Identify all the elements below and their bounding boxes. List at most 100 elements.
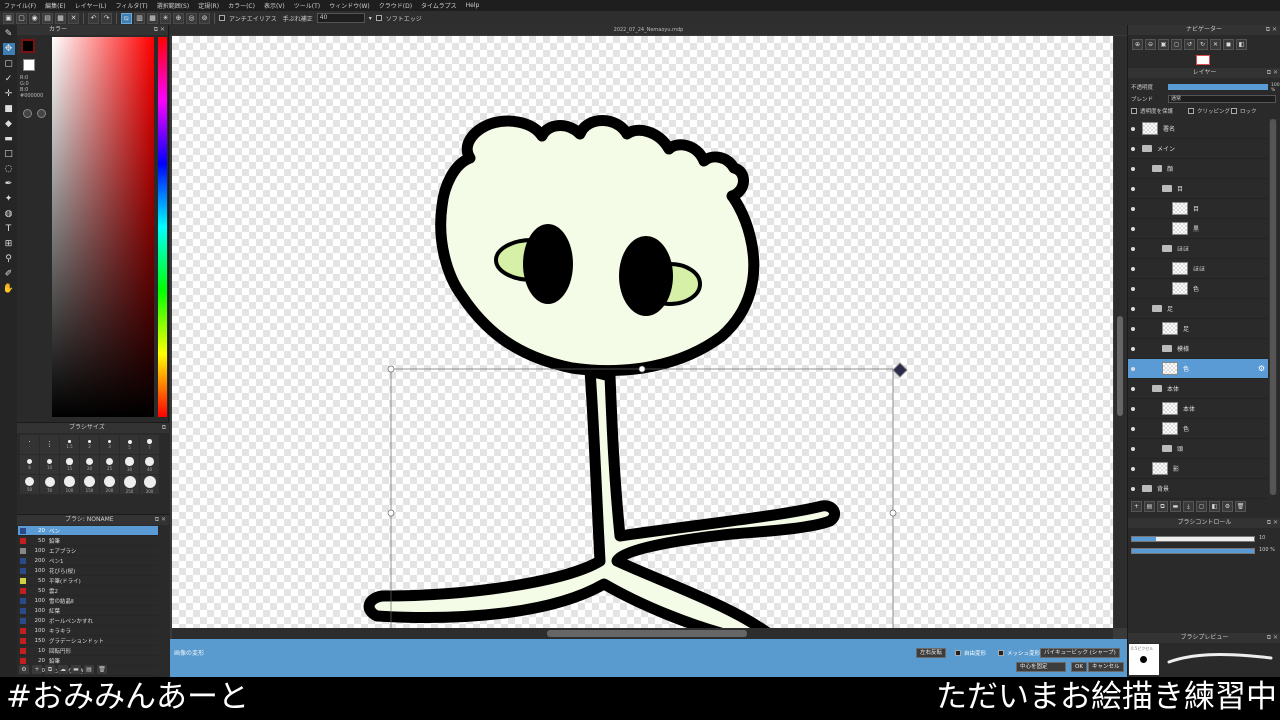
brush-size-cell[interactable]: 7: [140, 435, 159, 454]
color-mode-icon[interactable]: [23, 109, 32, 118]
menu-item[interactable]: 表示(V): [264, 1, 285, 10]
brush-size-cell[interactable]: 1: [40, 435, 59, 454]
brush-item[interactable]: 200 ボールペンかすれ: [18, 616, 158, 626]
gradient-tool-icon[interactable]: ▬: [3, 133, 15, 145]
brush-size-cell[interactable]: 2: [80, 435, 99, 454]
menu-item[interactable]: レイヤー(L): [75, 1, 107, 10]
brush-item[interactable]: 50 雲2: [18, 586, 158, 596]
brush-opacity-slider[interactable]: [1131, 548, 1255, 554]
lock-checkbox[interactable]: [1231, 108, 1237, 114]
visibility-eye-icon[interactable]: [1131, 226, 1135, 231]
brush-size-cell[interactable]: 100: [60, 475, 79, 494]
chat-icon[interactable]: ◉: [29, 12, 40, 24]
visibility-eye-icon[interactable]: [1131, 286, 1135, 291]
canvas-horizontal-scrollbar[interactable]: [172, 628, 1113, 639]
ok-button[interactable]: OK: [1071, 662, 1087, 672]
brush-item[interactable]: 150 グラデーションドット: [18, 636, 158, 646]
hand-tool-icon[interactable]: ✋: [3, 283, 15, 295]
brush-size-cell[interactable]: 8: [20, 455, 39, 474]
new-icon[interactable]: ▢: [16, 12, 27, 24]
brush-size-cell[interactable]: 300: [140, 475, 159, 494]
layer-row[interactable]: 足: [1128, 299, 1268, 319]
visibility-eye-icon[interactable]: [1131, 446, 1135, 451]
panel-menu-icon[interactable]: ⧉ ✕: [155, 515, 166, 525]
visibility-eye-icon[interactable]: [1131, 186, 1135, 191]
zoom-in-icon[interactable]: ⊕: [1132, 39, 1143, 50]
dropper-tool-icon[interactable]: ⚲: [3, 253, 15, 265]
layer-row[interactable]: 模様: [1128, 339, 1268, 359]
chevron-down-icon[interactable]: ▾: [369, 15, 372, 22]
layer-row[interactable]: 色 ⚙: [1128, 359, 1268, 379]
visibility-eye-icon[interactable]: [1131, 386, 1135, 391]
layer-row[interactable]: 足: [1128, 319, 1268, 339]
pen-tool-icon[interactable]: ✒: [3, 178, 15, 190]
snap-cross-icon[interactable]: ▦: [147, 12, 158, 24]
panel-menu-icon[interactable]: ⧉ ✕: [1266, 25, 1277, 35]
wand-tool-icon[interactable]: ✦: [3, 193, 15, 205]
mesh-transform-radio[interactable]: [998, 650, 1004, 656]
flip-horizontal-button[interactable]: 左右反転: [916, 648, 947, 658]
brush-item[interactable]: 100 キラキラ: [18, 626, 158, 636]
antialias-checkbox[interactable]: [219, 15, 225, 21]
trash-icon[interactable]: 🗑: [97, 665, 107, 674]
merge-down-icon[interactable]: ⤓: [1183, 501, 1194, 512]
free-transform-radio[interactable]: [955, 650, 961, 656]
delete-layer-icon[interactable]: 🗑: [1235, 501, 1246, 512]
layer-row[interactable]: 目: [1128, 179, 1268, 199]
vertical-scroll-thumb[interactable]: [1117, 316, 1123, 416]
snap-radial-icon[interactable]: ⊕: [173, 12, 184, 24]
layer-row[interactable]: 色: [1128, 419, 1268, 439]
layer-row[interactable]: 影: [1128, 459, 1268, 479]
center-fix-select[interactable]: 中心を固定: [1016, 662, 1066, 672]
layer-row[interactable]: ほほ: [1128, 239, 1268, 259]
brush-size-slider[interactable]: [1131, 536, 1255, 542]
clear-layer-icon[interactable]: ◻: [1196, 501, 1207, 512]
divide-tool-icon[interactable]: ⊞: [3, 238, 15, 250]
menu-item[interactable]: クラウド(D): [379, 1, 412, 10]
reset-icon[interactable]: ◼: [1223, 39, 1234, 50]
menu-item[interactable]: ファイル(F): [4, 1, 36, 10]
snap-parallel-icon[interactable]: ▥: [134, 12, 145, 24]
brush-size-cell[interactable]: 200: [100, 475, 119, 494]
cloud-icon[interactable]: ☁: [58, 665, 68, 674]
menu-item[interactable]: フィルタ(T): [115, 1, 147, 10]
brush-size-cell[interactable]: .: [20, 435, 39, 454]
flip-icon[interactable]: ✕: [1210, 39, 1221, 50]
brush-item[interactable]: 50 鉛筆: [18, 536, 158, 546]
visibility-eye-icon[interactable]: [1131, 246, 1135, 251]
visibility-eye-icon[interactable]: [1131, 426, 1135, 431]
menu-item[interactable]: ウィンドウ(W): [329, 1, 370, 10]
layer-scrollbar[interactable]: [1269, 119, 1277, 495]
brush-size-cell[interactable]: 150: [80, 475, 99, 494]
canvas-vertical-scrollbar[interactable]: [1114, 36, 1127, 628]
snap-vanish-icon[interactable]: ✳: [160, 12, 171, 24]
brush-item[interactable]: 20 ペン: [18, 526, 158, 536]
layer-row[interactable]: ほほ: [1128, 259, 1268, 279]
cancel-button[interactable]: キャンセル: [1088, 662, 1124, 672]
opacity-slider[interactable]: [1168, 84, 1268, 90]
add-halftone-icon[interactable]: ▤: [1144, 501, 1155, 512]
color-picker-icon[interactable]: [37, 109, 46, 118]
close-icon[interactable]: ✕: [68, 12, 79, 24]
add-brush-icon[interactable]: +: [32, 665, 42, 674]
fit-icon[interactable]: ▣: [1158, 39, 1169, 50]
save-icon[interactable]: ▤: [42, 12, 53, 24]
brush-size-cell[interactable]: 250: [120, 475, 139, 494]
visibility-eye-icon[interactable]: [1131, 486, 1135, 491]
visibility-eye-icon[interactable]: [1131, 306, 1135, 311]
add-folder-icon[interactable]: ▬: [1170, 501, 1181, 512]
visibility-eye-icon[interactable]: [1131, 326, 1135, 331]
brush-item[interactable]: 100 エアブラシ: [18, 546, 158, 556]
brush-tool-icon[interactable]: ✎: [3, 28, 15, 40]
visibility-eye-icon[interactable]: [1131, 146, 1135, 151]
snap-curve-icon[interactable]: ⊚: [199, 12, 210, 24]
layer-row[interactable]: 署名: [1128, 119, 1268, 139]
softedge-checkbox[interactable]: [375, 15, 382, 21]
drawing-canvas[interactable]: [172, 36, 1113, 628]
visibility-eye-icon[interactable]: [1131, 126, 1135, 131]
clipping-checkbox[interactable]: [1188, 108, 1194, 114]
panel-menu-icon[interactable]: ⧉ ✕: [154, 25, 165, 35]
preview-icon[interactable]: ◧: [1236, 39, 1247, 50]
menu-item[interactable]: 編集(E): [45, 1, 65, 10]
brush-size-cell[interactable]: 5: [120, 435, 139, 454]
